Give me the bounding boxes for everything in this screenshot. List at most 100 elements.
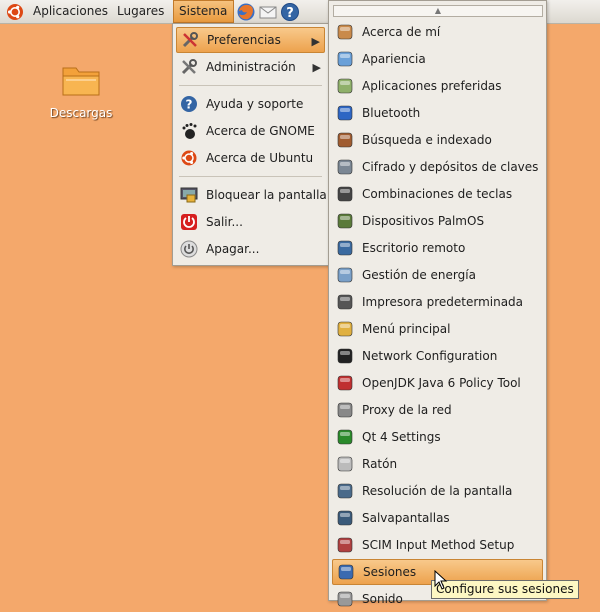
mouse-icon	[337, 456, 353, 472]
pref-item-label: Salvapantallas	[362, 511, 450, 525]
pref-item[interactable]: Apariencia	[332, 46, 543, 72]
pref-item-label: Combinaciones de teclas	[362, 187, 513, 201]
svg-text:?: ?	[286, 6, 294, 21]
folder-icon	[62, 67, 100, 96]
pref-item-label: Acerca de mí	[362, 25, 441, 39]
preferences-icon	[182, 32, 198, 48]
pref-item-label: Dispositivos PalmOS	[362, 214, 485, 228]
menu-separator	[179, 85, 322, 86]
menu-item-lock-screen[interactable]: Bloquear la pantalla	[176, 182, 327, 208]
pref-item-label: Búsqueda e indexado	[362, 133, 492, 147]
pref-item[interactable]: Menú principal	[332, 316, 543, 342]
pref-item-label: Menú principal	[362, 322, 451, 336]
pref-item-label: Sonido	[362, 592, 403, 606]
ubuntu-icon	[181, 150, 197, 166]
java-policy-icon	[337, 375, 353, 391]
pref-item[interactable]: Qt 4 Settings	[332, 424, 543, 450]
pref-item[interactable]: Combinaciones de teclas	[332, 181, 543, 207]
pref-item-label: OpenJDK Java 6 Policy Tool	[362, 376, 521, 390]
bluetooth-icon	[337, 105, 353, 121]
pref-item[interactable]: Proxy de la red	[332, 397, 543, 423]
keyboard-shortcuts-icon	[337, 186, 353, 202]
pref-item-label: Bluetooth	[362, 106, 421, 120]
pref-item[interactable]: Gestión de energía	[332, 262, 543, 288]
qt-settings-icon	[337, 429, 353, 445]
desktop-icon-label: Descargas	[49, 106, 113, 120]
screen-resolution-icon	[337, 483, 353, 499]
sessions-icon	[338, 564, 354, 580]
pref-item[interactable]: Resolución de la pantalla	[332, 478, 543, 504]
network-icon	[337, 348, 353, 364]
appearance-icon	[337, 51, 353, 67]
pref-item-label: Aplicaciones preferidas	[362, 79, 502, 93]
applications-menu[interactable]: Aplicaciones	[28, 0, 113, 23]
system-menu[interactable]: Sistema	[173, 0, 234, 23]
pref-item-label: Network Configuration	[362, 349, 498, 363]
pref-item-label: Resolución de la pantalla	[362, 484, 513, 498]
pref-item[interactable]: Escritorio remoto	[332, 235, 543, 261]
pref-item-label: Sesiones	[363, 565, 417, 579]
submenu-arrow-icon: ▶	[311, 35, 320, 48]
administration-icon	[181, 59, 197, 75]
tooltip: Configure sus sesiones	[431, 580, 579, 599]
help-icon[interactable]: ?	[280, 2, 300, 22]
pref-item-label: Qt 4 Settings	[362, 430, 441, 444]
places-menu[interactable]: Lugares	[112, 0, 169, 23]
menu-item-help[interactable]: ? Ayuda y soporte	[176, 91, 325, 117]
pref-item-label: Proxy de la red	[362, 403, 452, 417]
pref-item-label: SCIM Input Method Setup	[362, 538, 515, 552]
pref-item-label: Impresora predeterminada	[362, 295, 524, 309]
lock-screen-icon	[180, 187, 198, 203]
firefox-icon[interactable]	[236, 2, 256, 22]
submenu-arrow-icon: ▶	[312, 61, 321, 74]
menu-item-about-gnome[interactable]: Acerca de GNOME	[176, 118, 325, 144]
power-icon	[180, 240, 198, 258]
pref-item[interactable]: Bluetooth	[332, 100, 543, 126]
about-me-icon	[337, 24, 353, 40]
pref-item[interactable]: Network Configuration	[332, 343, 543, 369]
menu-item-preferences[interactable]: Preferencias ▶	[176, 27, 325, 53]
menu-item-logout[interactable]: Salir...	[176, 209, 325, 235]
system-dropdown: Preferencias ▶ Administración ▶ ? Ayuda …	[172, 23, 329, 266]
mail-icon[interactable]	[258, 2, 278, 22]
gnome-foot-icon	[182, 123, 197, 139]
screensaver-icon	[337, 510, 353, 526]
pref-item[interactable]: Dispositivos PalmOS	[332, 208, 543, 234]
logout-icon	[181, 214, 197, 230]
pref-item[interactable]: Aplicaciones preferidas	[332, 73, 543, 99]
sound-icon	[337, 591, 353, 607]
menu-item-administration[interactable]: Administración ▶	[176, 54, 325, 80]
menu-separator	[179, 176, 322, 177]
pref-item-label: Apariencia	[362, 52, 426, 66]
preferences-submenu: ▲ Acerca de mí Apariencia Aplicaciones pre…	[328, 0, 547, 607]
search-indexing-icon	[337, 132, 353, 148]
scroll-up-arrow[interactable]: ▲	[333, 5, 543, 17]
encryption-icon	[337, 159, 353, 175]
menu-item-about-ubuntu[interactable]: Acerca de Ubuntu	[176, 145, 325, 171]
menu-item-shutdown[interactable]: Apagar...	[176, 236, 325, 262]
help-icon: ?	[181, 96, 197, 112]
svg-text:?: ?	[186, 98, 193, 112]
pref-item[interactable]: Cifrado y depósitos de claves	[332, 154, 543, 180]
pref-item[interactable]: Ratón	[332, 451, 543, 477]
pref-item-label: Escritorio remoto	[362, 241, 466, 255]
power-management-icon	[337, 267, 353, 283]
pref-item-label: Ratón	[362, 457, 398, 471]
pref-item[interactable]: OpenJDK Java 6 Policy Tool	[332, 370, 543, 396]
scim-icon	[337, 537, 353, 553]
network-proxy-icon	[337, 402, 353, 418]
desktop-icon-downloads[interactable]: Descargas	[48, 62, 114, 120]
preferred-apps-icon	[337, 78, 353, 94]
pref-item[interactable]: Acerca de mí	[332, 19, 543, 45]
remote-desktop-icon	[337, 240, 353, 256]
main-menu-icon	[337, 321, 353, 337]
pref-item[interactable]: Impresora predeterminada	[332, 289, 543, 315]
palm-device-icon	[337, 213, 353, 229]
mouse-cursor-icon	[434, 570, 448, 590]
pref-item-label: Cifrado y depósitos de claves	[362, 160, 539, 174]
printer-icon	[337, 294, 353, 310]
ubuntu-logo-icon[interactable]	[6, 3, 24, 21]
pref-item[interactable]: Búsqueda e indexado	[332, 127, 543, 153]
pref-item[interactable]: SCIM Input Method Setup	[332, 532, 543, 558]
pref-item[interactable]: Salvapantallas	[332, 505, 543, 531]
